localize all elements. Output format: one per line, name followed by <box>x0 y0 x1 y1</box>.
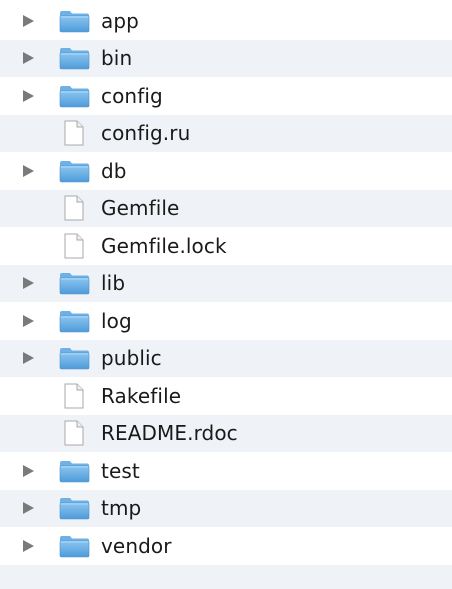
folder-icon <box>59 497 90 520</box>
item-name: app <box>101 8 139 33</box>
folder-row[interactable]: lib <box>0 264 452 302</box>
file-row[interactable]: README.rdoc <box>0 414 452 452</box>
item-name: public <box>101 346 162 371</box>
folder-icon <box>59 460 90 483</box>
folder-icon <box>59 85 90 108</box>
disclosure-triangle-icon[interactable] <box>23 14 34 27</box>
item-name: vendor <box>101 533 172 558</box>
folder-row[interactable]: config <box>0 77 452 115</box>
file-row[interactable]: Gemfile.lock <box>0 227 452 265</box>
item-name: lib <box>101 271 126 296</box>
item-name: README.rdoc <box>101 421 238 446</box>
folder-icon <box>59 535 90 558</box>
item-name: Rakefile <box>101 383 182 408</box>
item-name: config.ru <box>101 121 191 146</box>
disclosure-triangle-icon[interactable] <box>23 502 34 515</box>
item-name: bin <box>101 46 133 71</box>
folder-row[interactable]: tmp <box>0 489 452 527</box>
item-name: tmp <box>101 496 142 521</box>
document-icon <box>64 420 84 446</box>
disclosure-triangle-icon[interactable] <box>23 352 34 365</box>
folder-row[interactable]: public <box>0 339 452 377</box>
item-name: test <box>101 458 140 483</box>
disclosure-triangle-icon[interactable] <box>23 314 34 327</box>
folder-row[interactable]: app <box>0 2 452 40</box>
folder-row[interactable]: bin <box>0 39 452 77</box>
document-icon <box>64 383 84 409</box>
folder-row[interactable]: log <box>0 302 452 340</box>
item-name: log <box>101 308 132 333</box>
file-row[interactable]: Rakefile <box>0 377 452 415</box>
document-icon <box>64 233 84 259</box>
folder-icon <box>59 47 90 70</box>
folder-icon <box>59 160 90 183</box>
disclosure-triangle-icon[interactable] <box>23 164 34 177</box>
item-name: Gemfile <box>101 196 180 221</box>
empty-row <box>0 564 452 589</box>
disclosure-triangle-icon[interactable] <box>23 89 34 102</box>
item-name: config <box>101 83 163 108</box>
document-icon <box>64 120 84 146</box>
document-icon <box>64 195 84 221</box>
folder-row[interactable]: test <box>0 452 452 490</box>
disclosure-triangle-icon[interactable] <box>23 539 34 552</box>
disclosure-triangle-icon[interactable] <box>23 464 34 477</box>
disclosure-triangle-icon[interactable] <box>23 277 34 290</box>
folder-row[interactable]: db <box>0 152 452 190</box>
item-name: Gemfile.lock <box>101 233 227 258</box>
file-row[interactable]: config.ru <box>0 114 452 152</box>
folder-icon <box>59 10 90 33</box>
disclosure-triangle-icon[interactable] <box>23 52 34 65</box>
item-name: db <box>101 158 127 183</box>
folder-row[interactable]: vendor <box>0 527 452 565</box>
folder-icon <box>59 310 90 333</box>
file-row[interactable]: Gemfile <box>0 189 452 227</box>
file-list: app bin config config.ru db Gemfile Gemf… <box>0 0 452 589</box>
folder-icon <box>59 272 90 295</box>
folder-icon <box>59 347 90 370</box>
